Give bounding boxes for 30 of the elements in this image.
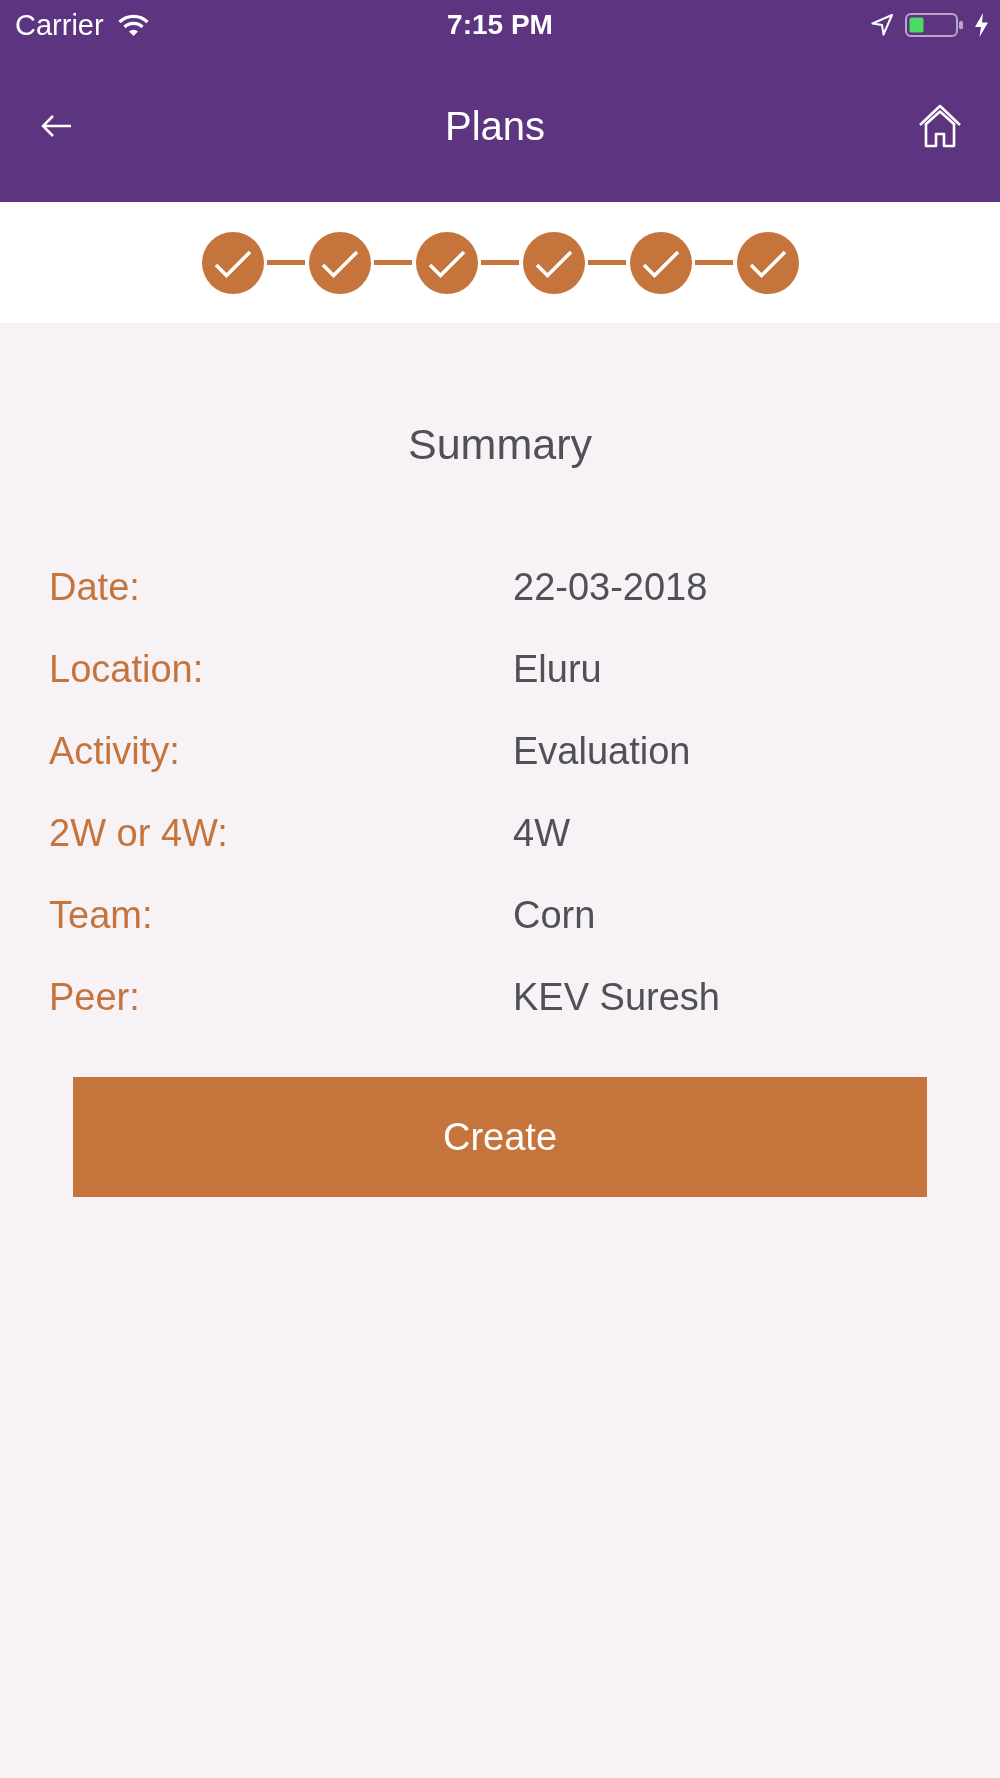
step-connector	[267, 260, 305, 265]
carrier-label: Carrier	[15, 8, 104, 42]
create-button[interactable]: Create	[73, 1077, 927, 1197]
home-icon	[918, 104, 962, 148]
summary-title: Summary	[407, 419, 593, 469]
back-arrow-icon	[40, 114, 72, 138]
field-value: 22-03-2018	[513, 565, 708, 609]
back-button[interactable]	[40, 114, 72, 138]
field-value: 4W	[513, 811, 570, 855]
field-label: 2W or 4W:	[49, 811, 228, 855]
field-label: Team:	[49, 893, 153, 937]
wifi-icon	[117, 14, 149, 36]
step-connector	[588, 260, 626, 265]
step-connector	[374, 260, 412, 265]
step-connector	[481, 260, 519, 265]
nav-title: Plans	[444, 103, 546, 149]
field-label: Activity:	[49, 729, 180, 773]
field-value: Corn	[513, 893, 596, 937]
battery-icon	[905, 13, 963, 37]
field-label: Date:	[49, 565, 140, 609]
charging-bolt-icon	[975, 13, 988, 37]
field-label: Location:	[49, 647, 204, 691]
field-label: Peer:	[49, 975, 140, 1019]
location-arrow-icon	[871, 14, 893, 36]
field-value: Eluru	[513, 647, 602, 691]
field-value: KEV Suresh	[513, 975, 720, 1019]
home-button[interactable]	[918, 104, 962, 148]
status-time: 7:15 PM	[447, 8, 553, 42]
step-connector	[695, 260, 733, 265]
field-value: Evaluation	[513, 729, 691, 773]
